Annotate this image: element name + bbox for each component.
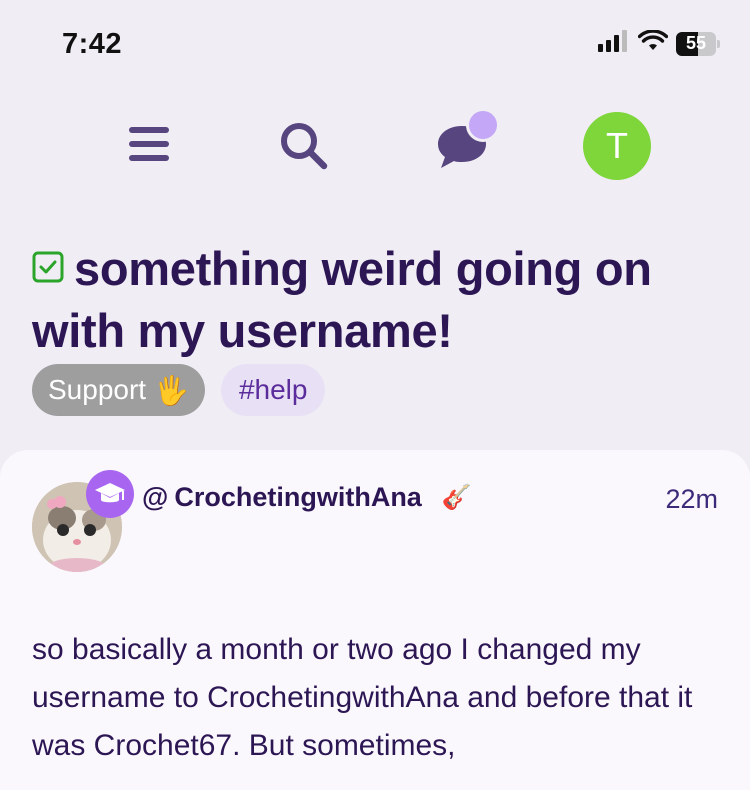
post-tags: Support 🖐 #help: [32, 364, 326, 416]
status-icons: 55: [598, 29, 720, 57]
graduation-cap-icon: [86, 470, 134, 518]
wifi-icon: [637, 29, 669, 57]
notification-dot: [466, 108, 500, 142]
battery-level: 55: [685, 33, 707, 53]
status-time: 7:42: [62, 28, 123, 60]
post-timestamp: 22m: [665, 484, 718, 514]
author-username[interactable]: @ CrochetingwithAna 🎸: [142, 482, 472, 513]
checkbox-check-icon: [32, 238, 64, 296]
post-body: so basically a month or two ago I change…: [32, 633, 693, 762]
search-icon: [278, 120, 330, 177]
signal-icon: [598, 30, 630, 57]
menu-button[interactable]: [124, 122, 174, 170]
messages-button[interactable]: [430, 108, 502, 174]
status-bar: 7:42 55: [0, 0, 750, 90]
post-title: something weird going on with my usernam…: [32, 240, 722, 360]
author-name-text: CrochetingwithAna: [174, 482, 422, 512]
tag-help-label: #help: [238, 374, 308, 405]
menu-icon: [127, 125, 171, 168]
tag-support[interactable]: Support 🖐: [32, 364, 205, 416]
profile-avatar-button[interactable]: T: [583, 112, 651, 180]
avatar-initial: T: [606, 125, 628, 166]
guitar-icon: 🎸: [441, 484, 472, 511]
raised-hand-icon: 🖐: [154, 374, 189, 406]
tag-support-label: Support: [48, 374, 147, 405]
at-prefix: @: [142, 482, 169, 512]
search-button[interactable]: [276, 120, 332, 176]
top-nav: T: [0, 108, 750, 184]
tag-help[interactable]: #help: [220, 364, 326, 416]
battery-icon: 55: [676, 31, 720, 56]
post-title-text: something weird going on with my usernam…: [32, 242, 652, 357]
